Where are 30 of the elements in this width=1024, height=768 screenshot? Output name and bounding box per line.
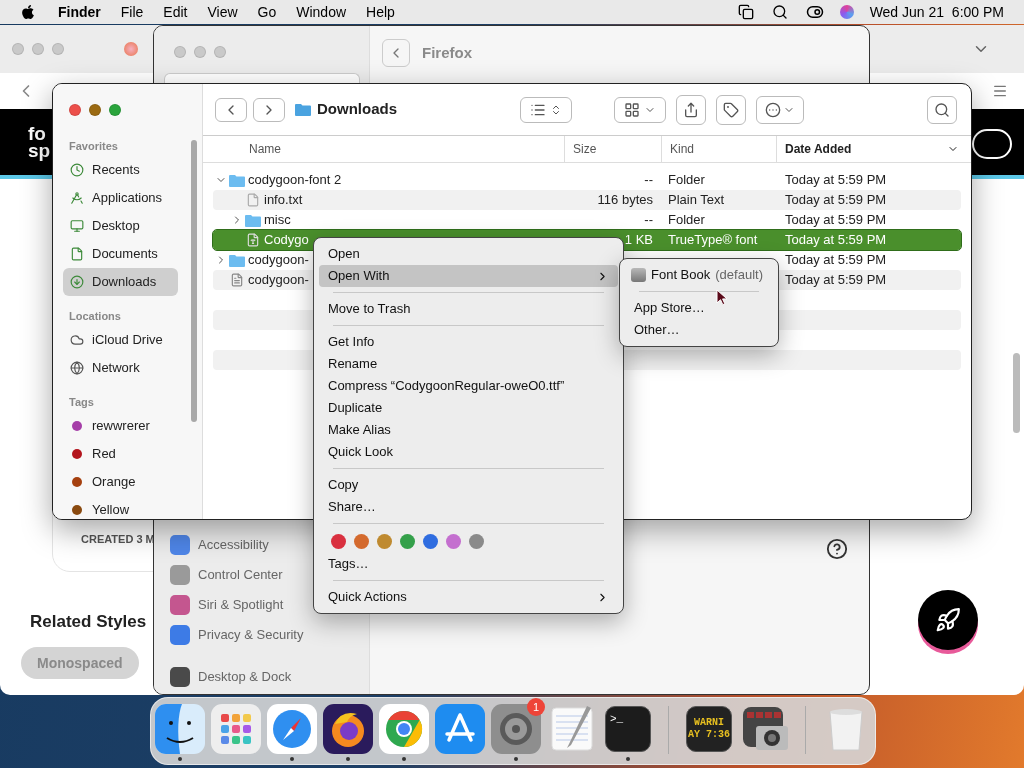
console-text: WARNI [694,717,724,729]
console-text: AY 7:36 [688,729,730,741]
file-name: codygoon-font 2 [248,171,342,190]
date-added: Today at 5:59 PM [785,272,887,288]
file-size: -- [644,172,653,188]
sidebar-heading: Tags [68,394,95,410]
file-kind: Folder [668,172,705,188]
file-name: Codygo [264,231,309,250]
file-name: info.txt [264,191,303,210]
notification-badge: 1 [527,698,545,716]
file-name: codygoon- [248,271,309,290]
section-title: Related Styles [30,611,147,633]
file-kind: Folder [668,212,705,228]
pane-title: Firefox [422,42,472,63]
date-added: Today at 5:59 PM [785,212,887,228]
prompt-glyph: >_ [610,712,624,727]
date-added: Today at 5:59 PM [785,252,887,268]
sidebar-heading: Locations [68,308,122,324]
file-size: 116 bytes [597,192,653,208]
sidebar-heading: Favorites [68,138,119,154]
date-added: Today at 5:59 PM [785,232,887,248]
date-added: Today at 5:59 PM [785,192,887,208]
file-name: codygoon- [248,251,309,270]
file-size: -- [644,212,653,228]
date-added: Today at 5:59 PM [785,172,887,188]
window-title: Downloads [317,99,397,120]
file-kind: Plain Text [668,192,725,208]
file-name: misc [264,211,291,230]
file-kind: TrueType® font [668,232,758,248]
file-size: 1 KB [624,232,653,248]
